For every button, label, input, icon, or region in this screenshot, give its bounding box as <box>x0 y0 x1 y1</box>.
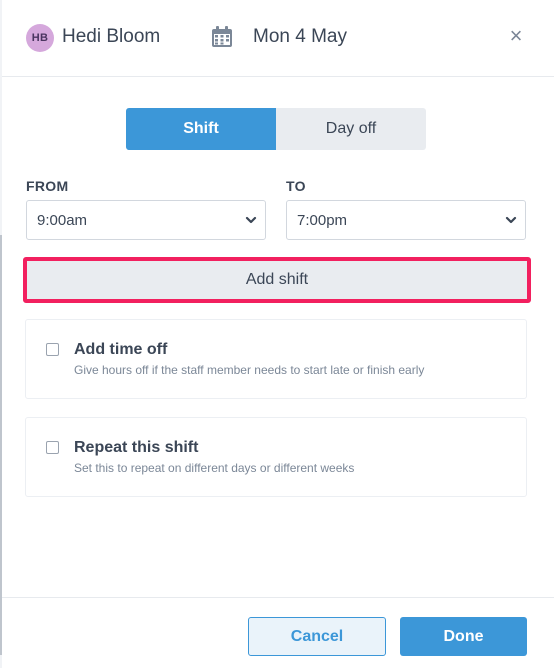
from-label: FROM <box>26 178 69 194</box>
to-time-select[interactable]: 7:00pm <box>286 200 526 240</box>
background-overlay-edge <box>0 235 2 655</box>
from-time-select[interactable]: 9:00am <box>26 200 266 240</box>
calendar-icon <box>212 26 232 47</box>
dialog-header: HB Hedi Bloom Mon 4 May × <box>2 0 554 77</box>
option-add-time-off: Add time off Give hours off if the staff… <box>25 319 527 399</box>
add-time-off-checkbox[interactable] <box>46 343 59 356</box>
cancel-button[interactable]: Cancel <box>248 617 386 656</box>
to-time-value: 7:00pm <box>297 212 348 229</box>
close-icon[interactable]: × <box>504 22 528 50</box>
from-time-value: 9:00am <box>37 212 88 229</box>
option-title: Repeat this shift <box>74 439 199 456</box>
shift-date: Mon 4 May <box>253 26 347 47</box>
option-repeat-shift: Repeat this shift Set this to repeat on … <box>25 417 527 497</box>
tab-shift[interactable]: Shift <box>126 108 276 150</box>
tab-day-off[interactable]: Day off <box>276 108 426 150</box>
option-description: Give hours off if the staff member needs… <box>74 363 425 377</box>
add-shift-highlight: Add shift <box>23 257 531 303</box>
add-shift-button[interactable]: Add shift <box>27 261 527 299</box>
shift-type-toggle: Shift Day off <box>126 108 426 150</box>
dialog-footer: Cancel Done <box>2 597 554 668</box>
option-description: Set this to repeat on different days or … <box>74 461 355 475</box>
option-title: Add time off <box>74 341 168 358</box>
avatar: HB <box>26 24 54 52</box>
staff-name: Hedi Bloom <box>62 26 161 47</box>
chevron-down-icon <box>245 216 257 224</box>
chevron-down-icon <box>505 216 517 224</box>
to-label: TO <box>286 178 306 194</box>
done-button[interactable]: Done <box>400 617 527 656</box>
repeat-shift-checkbox[interactable] <box>46 441 59 454</box>
